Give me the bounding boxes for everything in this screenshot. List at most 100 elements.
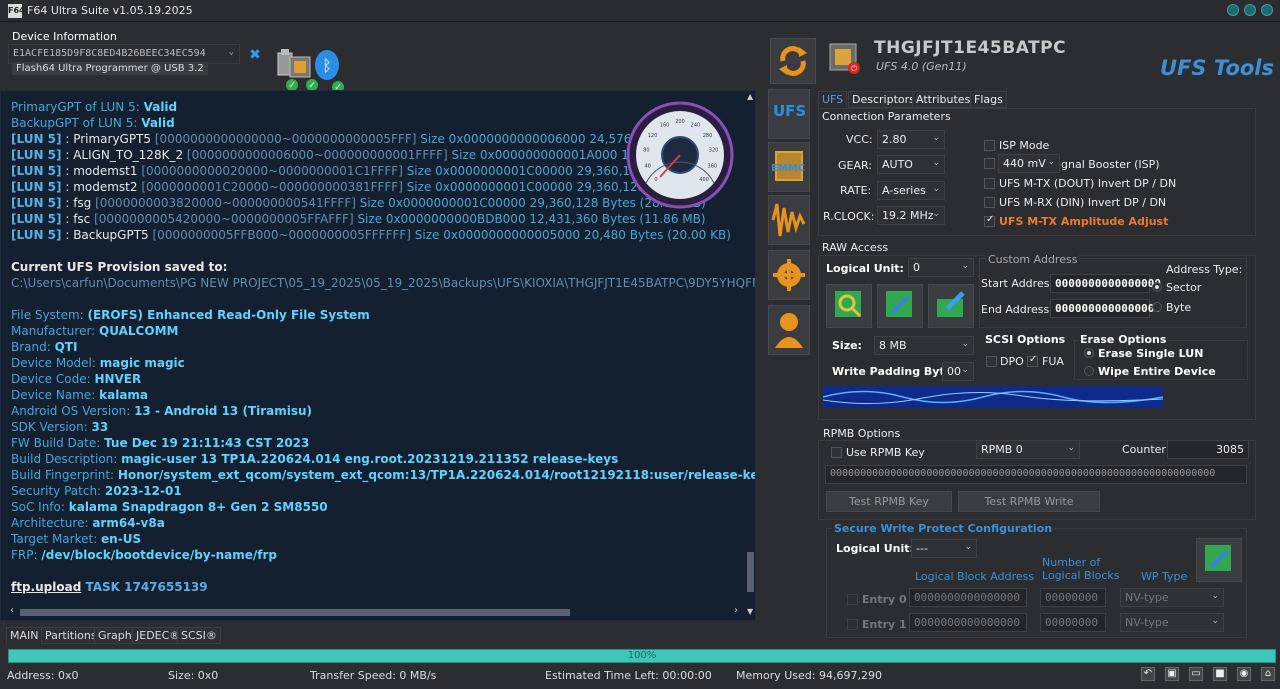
swp-logical-unit-select[interactable]: --- ⌄: [911, 539, 977, 558]
entry-1-nlb-input[interactable]: 00000000: [1040, 613, 1106, 632]
rpmb-key-input[interactable]: 0000000000000000000000000000000000000000…: [825, 465, 1247, 484]
start-address-input[interactable]: 0000000000000000: [1050, 274, 1161, 293]
sector-radio[interactable]: [1152, 282, 1162, 292]
console-text: : modemst1: [61, 164, 142, 178]
minimize-button[interactable]: [1227, 4, 1239, 16]
raw-logical-unit-select[interactable]: 0 ⌄: [908, 258, 974, 277]
dpo-checkbox[interactable]: [986, 356, 997, 367]
capture-icon[interactable]: ▣: [1165, 667, 1179, 681]
console-text: Size 0x0000000001C00000: [359, 196, 530, 210]
tx-invert-checkbox[interactable]: [984, 178, 995, 189]
scroll-up-icon[interactable]: ▲: [747, 92, 754, 101]
entry-1-lba-input[interactable]: 0000000000000000: [909, 613, 1027, 632]
console-line: [LUN 5] : ALIGN_TO_128K_2 [0000000000006…: [11, 147, 708, 163]
tab-attributes[interactable]: Attributes: [912, 91, 975, 108]
user-button[interactable]: [768, 305, 810, 355]
tab-scsi[interactable]: SCSI®: [177, 627, 221, 644]
test-rpmb-key-button[interactable]: Test RPMB Key: [826, 491, 952, 512]
byte-radio[interactable]: [1152, 302, 1162, 312]
swp-write-button[interactable]: [1196, 538, 1242, 582]
stop-icon[interactable]: ■: [1213, 667, 1227, 681]
scroll-thumb[interactable]: [747, 552, 754, 592]
window-icon[interactable]: ▭: [1189, 667, 1203, 681]
console-line: [LUN 5] : fsg [0000000003820000~00000000…: [11, 195, 706, 211]
waveform-button[interactable]: [768, 195, 810, 245]
entry-0-checkbox[interactable]: [847, 594, 858, 605]
refresh-button[interactable]: [770, 38, 816, 84]
settings-button[interactable]: [768, 250, 810, 300]
tab-graph[interactable]: Graph: [94, 627, 136, 644]
tab-flags[interactable]: Flags: [970, 91, 1007, 108]
rate-select[interactable]: A-series ⌄: [877, 181, 945, 200]
entry-0-label: Entry 0: [862, 593, 907, 606]
console-vertical-scrollbar[interactable]: ▲ ▼: [745, 92, 756, 619]
signal-booster-select[interactable]: 440 mV ⌄: [998, 154, 1060, 173]
close-button[interactable]: [1261, 4, 1273, 16]
scroll-left-icon[interactable]: ‹: [10, 605, 14, 616]
rpmb-select[interactable]: RPMB 0 ⌄: [976, 440, 1080, 459]
write-button[interactable]: [877, 284, 923, 328]
entry-0-lba-input[interactable]: 0000000000000000: [909, 588, 1027, 607]
device-serial-select[interactable]: E1ACFE185D9F8C8ED4B26BEEC34EC594 ⌄: [8, 44, 240, 64]
isp-mode-checkbox[interactable]: [984, 140, 995, 151]
use-rpmb-key-checkbox[interactable]: [831, 447, 842, 458]
console-text: Size 0x0000000000006000: [420, 132, 590, 146]
tab-partitions[interactable]: Partitions: [41, 627, 101, 644]
undo-icon[interactable]: ↶: [1141, 667, 1155, 681]
entry-1-checkbox[interactable]: [847, 619, 858, 630]
write-padding-value: 00: [947, 365, 961, 378]
dpo-label: DPO: [1000, 355, 1024, 368]
tab-descriptors[interactable]: Descriptors: [848, 91, 919, 108]
lba-column-header: Logical Block Address: [915, 570, 1035, 583]
entry-1-wp-select[interactable]: NV-type ⌄: [1120, 613, 1224, 632]
scroll-down-icon[interactable]: ▼: [747, 607, 754, 616]
fua-checkbox[interactable]: [1027, 354, 1038, 367]
camera-icon[interactable]: ◉: [1237, 667, 1251, 681]
amplitude-adjust-checkbox[interactable]: [984, 214, 995, 227]
console-line: Build Fingerprint: Honor/system_ext_qcom…: [11, 467, 755, 483]
tab-ufs[interactable]: UFS: [818, 91, 848, 108]
speedometer-tick-label: 280: [703, 133, 713, 139]
speedometer-tick-label: 120: [648, 133, 658, 139]
vcc-select[interactable]: 2.80 ⌄: [877, 130, 945, 149]
maximize-button[interactable]: [1244, 4, 1256, 16]
erase-button[interactable]: [928, 284, 974, 328]
entry-0-wp-select[interactable]: NV-type ⌄: [1120, 588, 1224, 607]
console-line: FW Build Date: Tue Dec 19 21:11:43 CST 2…: [11, 435, 309, 451]
rclock-select[interactable]: 19.2 MHz ⌄: [877, 206, 945, 225]
scroll-right-icon[interactable]: ›: [734, 605, 738, 616]
end-address-input[interactable]: 0000000000000000: [1050, 299, 1161, 318]
ufs-mode-button[interactable]: UFS: [768, 89, 810, 139]
emmc-mode-button[interactable]: EMMC: [768, 142, 810, 192]
console-text: Size 0x0000000001C00000: [406, 164, 577, 178]
console-line: [LUN 5] : modemst1 [0000000000020000~000…: [11, 163, 718, 179]
scroll-thumb-horizontal[interactable]: [20, 609, 570, 616]
console-horizontal-scrollbar[interactable]: ‹ ›: [10, 605, 745, 618]
progress-bar: 100%: [8, 649, 1276, 663]
gear-select[interactable]: AUTO ⌄: [877, 155, 945, 174]
read-button[interactable]: [826, 284, 872, 328]
test-rpmb-write-button[interactable]: Test RPMB Write: [958, 491, 1100, 512]
wp-type-column-header: WP Type: [1141, 570, 1188, 583]
status-bar: Address: 0x0 Size: 0x0 Transfer Speed: 0…: [0, 665, 1280, 689]
console-line: [LUN 5] : fsc [0000000005420000~00000000…: [11, 211, 706, 227]
console-text: HNVER: [94, 372, 142, 386]
erase-single-lun-radio[interactable]: [1084, 348, 1094, 358]
disconnect-button[interactable]: ✖: [246, 46, 264, 64]
rx-invert-checkbox[interactable]: [984, 197, 995, 208]
signal-booster-checkbox[interactable]: [984, 158, 995, 169]
chevron-down-icon: ⌄: [932, 209, 940, 219]
home-icon[interactable]: ⌂: [1261, 667, 1275, 681]
console-line: C:\Users\carfun\Documents\PG NEW PROJECT…: [11, 275, 755, 291]
counter-input[interactable]: 3085: [1167, 440, 1249, 459]
chevron-down-icon: ⌄: [932, 184, 940, 194]
wipe-entire-device-radio[interactable]: [1084, 366, 1094, 376]
console-text: [LUN 5]: [11, 212, 62, 226]
speedometer-tick-label: 400: [699, 177, 709, 183]
size-select[interactable]: 8 MB ⌄: [874, 336, 974, 355]
console-text: Device Name:: [11, 388, 100, 402]
tab-main[interactable]: MAIN: [6, 627, 43, 644]
swp-logical-unit-value: ---: [916, 542, 928, 555]
write-padding-select[interactable]: 00 ⌄: [942, 362, 974, 381]
entry-0-nlb-input[interactable]: 00000000: [1040, 588, 1106, 607]
